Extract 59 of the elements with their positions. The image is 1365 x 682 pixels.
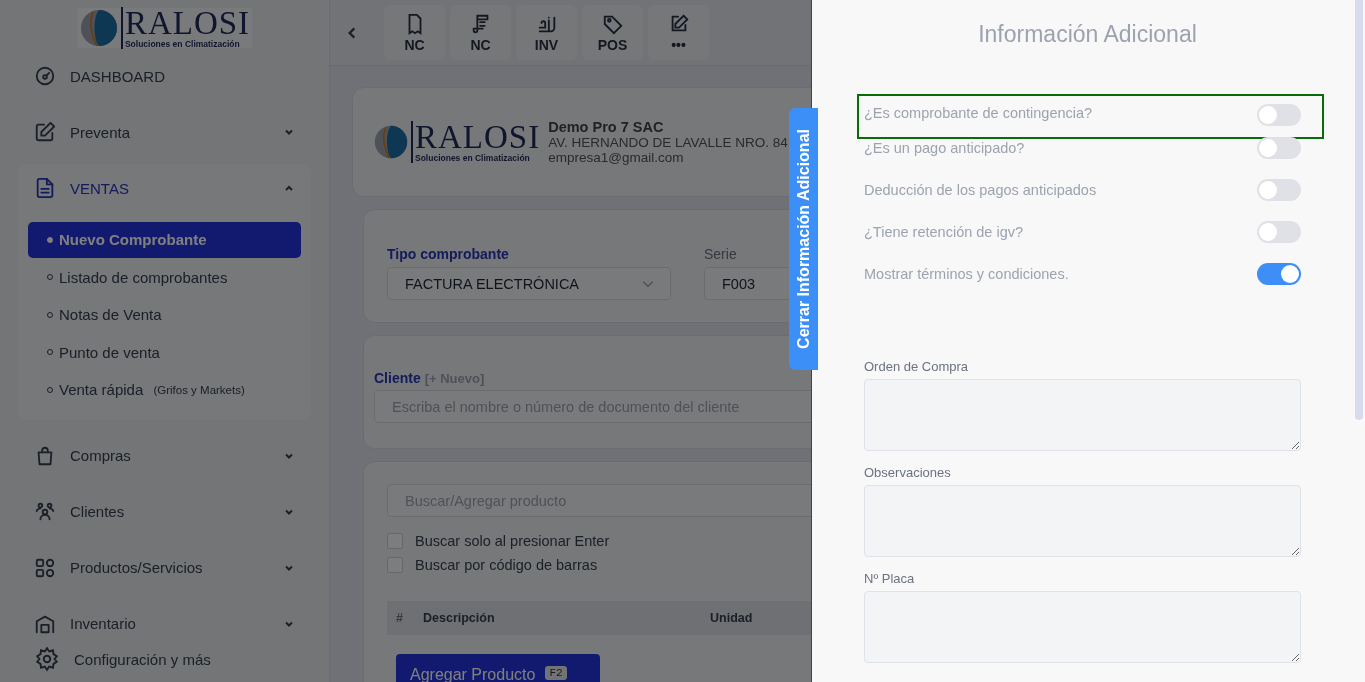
column-header: # (396, 611, 404, 625)
company-logo: RALOSI Soluciones en Climatización (371, 121, 543, 163)
company-name: Demo Pro 7 SAC (548, 119, 665, 135)
drawer-title: Información Adicional (977, 21, 1198, 48)
toolbar-button[interactable]: ••• (648, 5, 709, 60)
scrollbar[interactable] (1355, 0, 1363, 420)
settings-icon (34, 646, 60, 672)
field-label: Tipo comprobante (387, 246, 510, 262)
text-area[interactable] (864, 379, 1301, 451)
company-email: empresa1@gmail.com (548, 150, 685, 165)
company-address: AV. HERNANDO DE LAVALLE NRO. 84 (548, 135, 788, 150)
nav-item[interactable]: Compras (18, 427, 311, 484)
nav-item[interactable]: Preventa (18, 104, 311, 160)
option-label: ¿Es comprobante de contingencia? (864, 105, 1093, 121)
grid-icon (34, 556, 56, 579)
nav-item[interactable]: DASHBOARD (18, 48, 311, 104)
column-header: Descripción (423, 611, 496, 625)
toggle-switch[interactable] (1257, 263, 1301, 285)
checkbox[interactable] (387, 557, 403, 573)
text-area[interactable] (864, 591, 1301, 663)
nav-item[interactable]: Inventario (18, 595, 311, 636)
shortcut-key: F2 (545, 666, 567, 680)
field-label: Nº Placa (864, 571, 916, 586)
toolbar-button[interactable]: INV (516, 5, 577, 60)
company-logo: RALOSI Soluciones en Climatización (76, 8, 253, 48)
toggle-switch[interactable] (1257, 179, 1301, 201)
column-header: Unidad (710, 611, 753, 625)
submenu-item[interactable]: Punto de venta (28, 334, 301, 370)
field-label: Orden de Compra (864, 359, 970, 374)
submenu-item[interactable]: Listado de comprobantes (28, 259, 301, 295)
submenu-item[interactable]: Nuevo Comprobante (28, 222, 301, 258)
toolbar-button[interactable]: NC (384, 5, 445, 60)
submenu-item[interactable]: Notas de Venta (28, 297, 301, 333)
toolbar-button[interactable]: NC (450, 5, 511, 60)
option-label: ¿Es un pago anticipado? (864, 140, 1025, 156)
toggle-switch[interactable] (1257, 104, 1301, 126)
users-icon (34, 500, 56, 523)
checkbox-label: Buscar por código de barras (415, 557, 598, 573)
gauge-icon (34, 65, 56, 87)
option-label: ¿Tiene retención de igv? (864, 224, 1024, 240)
toggle-switch[interactable] (1257, 221, 1301, 243)
checkbox[interactable] (387, 533, 403, 549)
text-area[interactable] (864, 485, 1301, 557)
nav-item[interactable]: Clientes (18, 483, 311, 540)
field-label: Cliente (374, 370, 421, 386)
field-label: Observaciones (864, 465, 952, 480)
document-icon (34, 177, 56, 199)
option-label: Mostrar términos y condiciones. (864, 266, 1069, 282)
checkbox-label: Buscar solo al presionar Enter (415, 533, 610, 549)
document-type-select[interactable]: FACTURA ELECTRÓNICA (387, 267, 671, 300)
option-label: Deducción de los pagos anticipados (864, 182, 1097, 198)
submenu-item[interactable]: Venta rápida (Grifos y Markets) (28, 372, 301, 408)
focused-option-row[interactable]: ¿Es comprobante de contingencia? (857, 94, 1324, 139)
close-drawer-tab[interactable]: Cerrar Información Adicional (789, 108, 818, 370)
toolbar-button[interactable]: POS (582, 5, 643, 60)
toggle-switch[interactable] (1257, 137, 1301, 159)
edit-icon (34, 121, 56, 143)
nav-item[interactable]: VENTAS (18, 164, 311, 212)
nav-item[interactable]: Productos/Servicios (18, 539, 311, 596)
